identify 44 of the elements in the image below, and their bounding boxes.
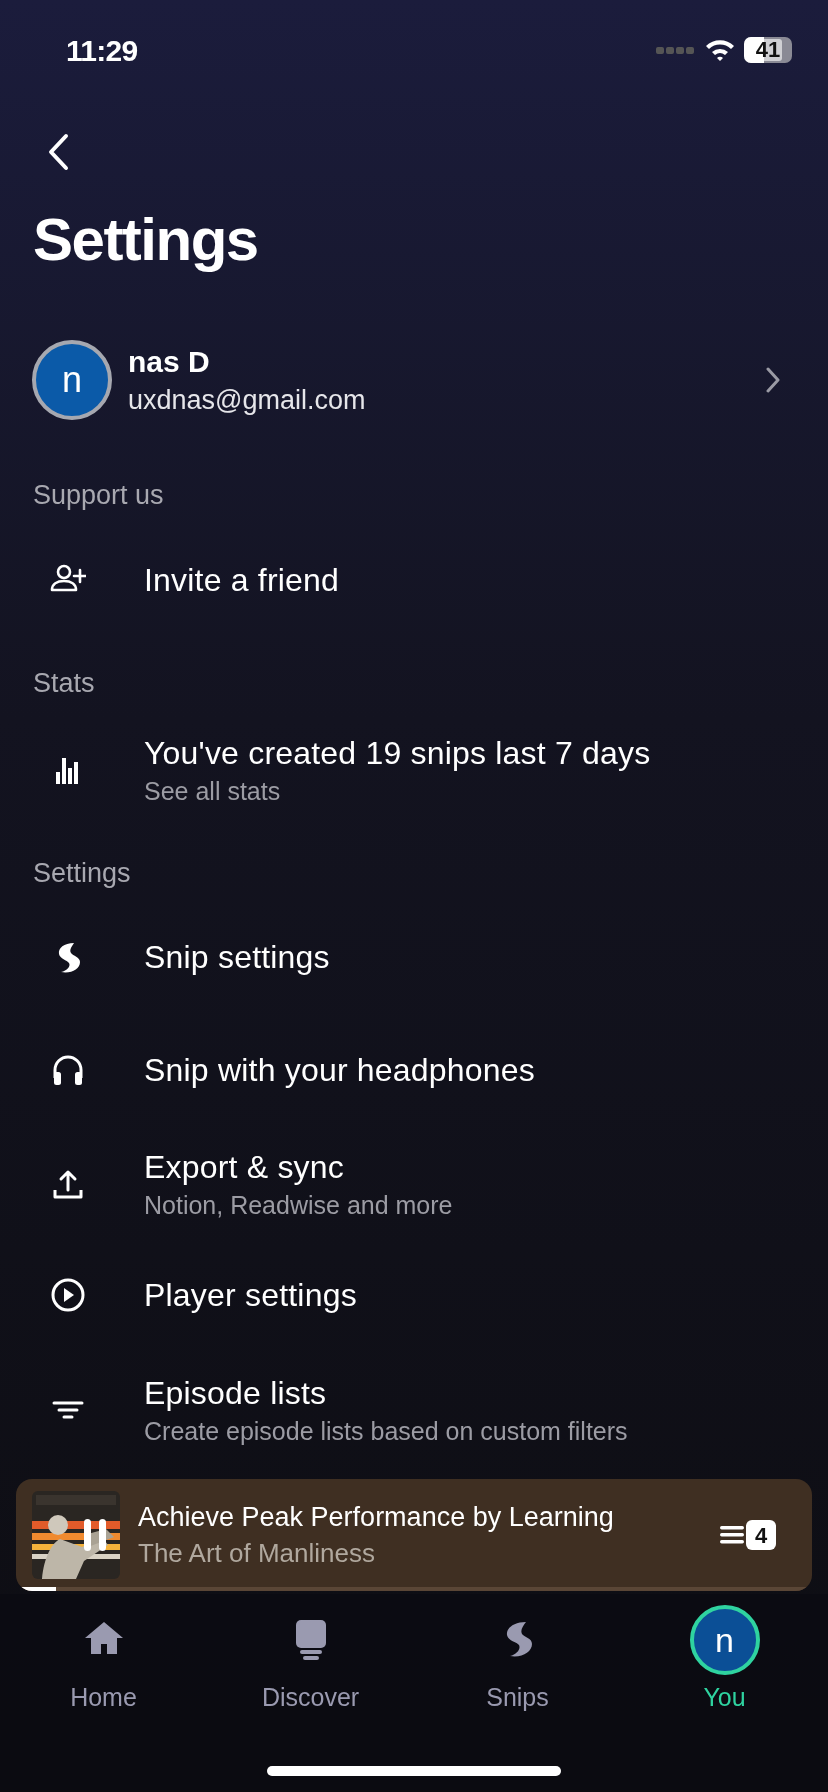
section-header: Settings bbox=[32, 856, 132, 890]
row-subtitle: See all stats bbox=[144, 776, 282, 807]
section-header: Stats bbox=[32, 666, 96, 700]
status-time: 11:29 bbox=[66, 32, 138, 69]
profile-email: uxdnas@gmail.com bbox=[128, 384, 367, 417]
queue-count-badge: 4 bbox=[746, 1520, 776, 1550]
tab-item[interactable]: Discover bbox=[207, 1602, 414, 1734]
row-label: Invite a friend bbox=[144, 561, 340, 600]
mini-player[interactable]: Achieve Peak Performance by Learning The Art of Manliness 4 bbox=[16, 1479, 812, 1591]
episode-title: Achieve Peak Performance by Learning bbox=[138, 1501, 615, 1534]
tab-item[interactable]: n You bbox=[621, 1602, 828, 1734]
battery-indicator: 41 bbox=[744, 37, 792, 63]
chevron-right-icon bbox=[766, 367, 780, 393]
row-subtitle: Notion, Readwise and more bbox=[144, 1190, 453, 1221]
podcast-name: The Art of Manliness bbox=[138, 1537, 376, 1570]
list-icon bbox=[720, 1525, 744, 1545]
settings-row[interactable]: Snip settings bbox=[0, 898, 828, 1016]
row-label: Player settings bbox=[144, 1276, 357, 1315]
settings-row[interactable]: Invite a friend bbox=[0, 520, 828, 640]
queue-button[interactable]: 4 bbox=[720, 1520, 776, 1550]
profile-row[interactable]: n nas D uxdnas@gmail.com bbox=[0, 330, 828, 430]
profile-name: nas D bbox=[128, 344, 211, 380]
cellular-signal-icon bbox=[656, 45, 696, 55]
avatar: n bbox=[32, 340, 112, 420]
tab-item[interactable]: Snips bbox=[414, 1602, 621, 1734]
row-label: Episode lists bbox=[144, 1374, 328, 1413]
section-header: Support us bbox=[32, 478, 165, 512]
tab-item[interactable]: Home bbox=[0, 1602, 207, 1734]
back-icon bbox=[47, 133, 69, 171]
row-label: Export & sync bbox=[144, 1148, 345, 1187]
row-label: Snip with your headphones bbox=[144, 1051, 536, 1090]
settings-row[interactable]: Export & sync Notion, Readwise and more bbox=[0, 1124, 828, 1244]
settings-row[interactable]: Episode lists Create episode lists based on custom filters bbox=[0, 1346, 828, 1474]
wifi-icon bbox=[704, 38, 736, 62]
page-title: Settings bbox=[32, 205, 259, 275]
pause-icon bbox=[82, 1517, 108, 1553]
avatar: n bbox=[689, 1605, 760, 1675]
settings-row[interactable]: Player settings bbox=[0, 1244, 828, 1346]
row-label: Snip settings bbox=[144, 938, 330, 977]
row-subtitle: Create episode lists based on custom filters bbox=[144, 1416, 628, 1447]
settings-row[interactable]: Snip with your headphones bbox=[0, 1016, 828, 1124]
play-circle-icon bbox=[50, 1277, 86, 1313]
settings-row[interactable]: You've created 19 snips last 7 days See all stats bbox=[0, 708, 828, 832]
row-label: You've created 19 snips last 7 days bbox=[144, 734, 651, 773]
